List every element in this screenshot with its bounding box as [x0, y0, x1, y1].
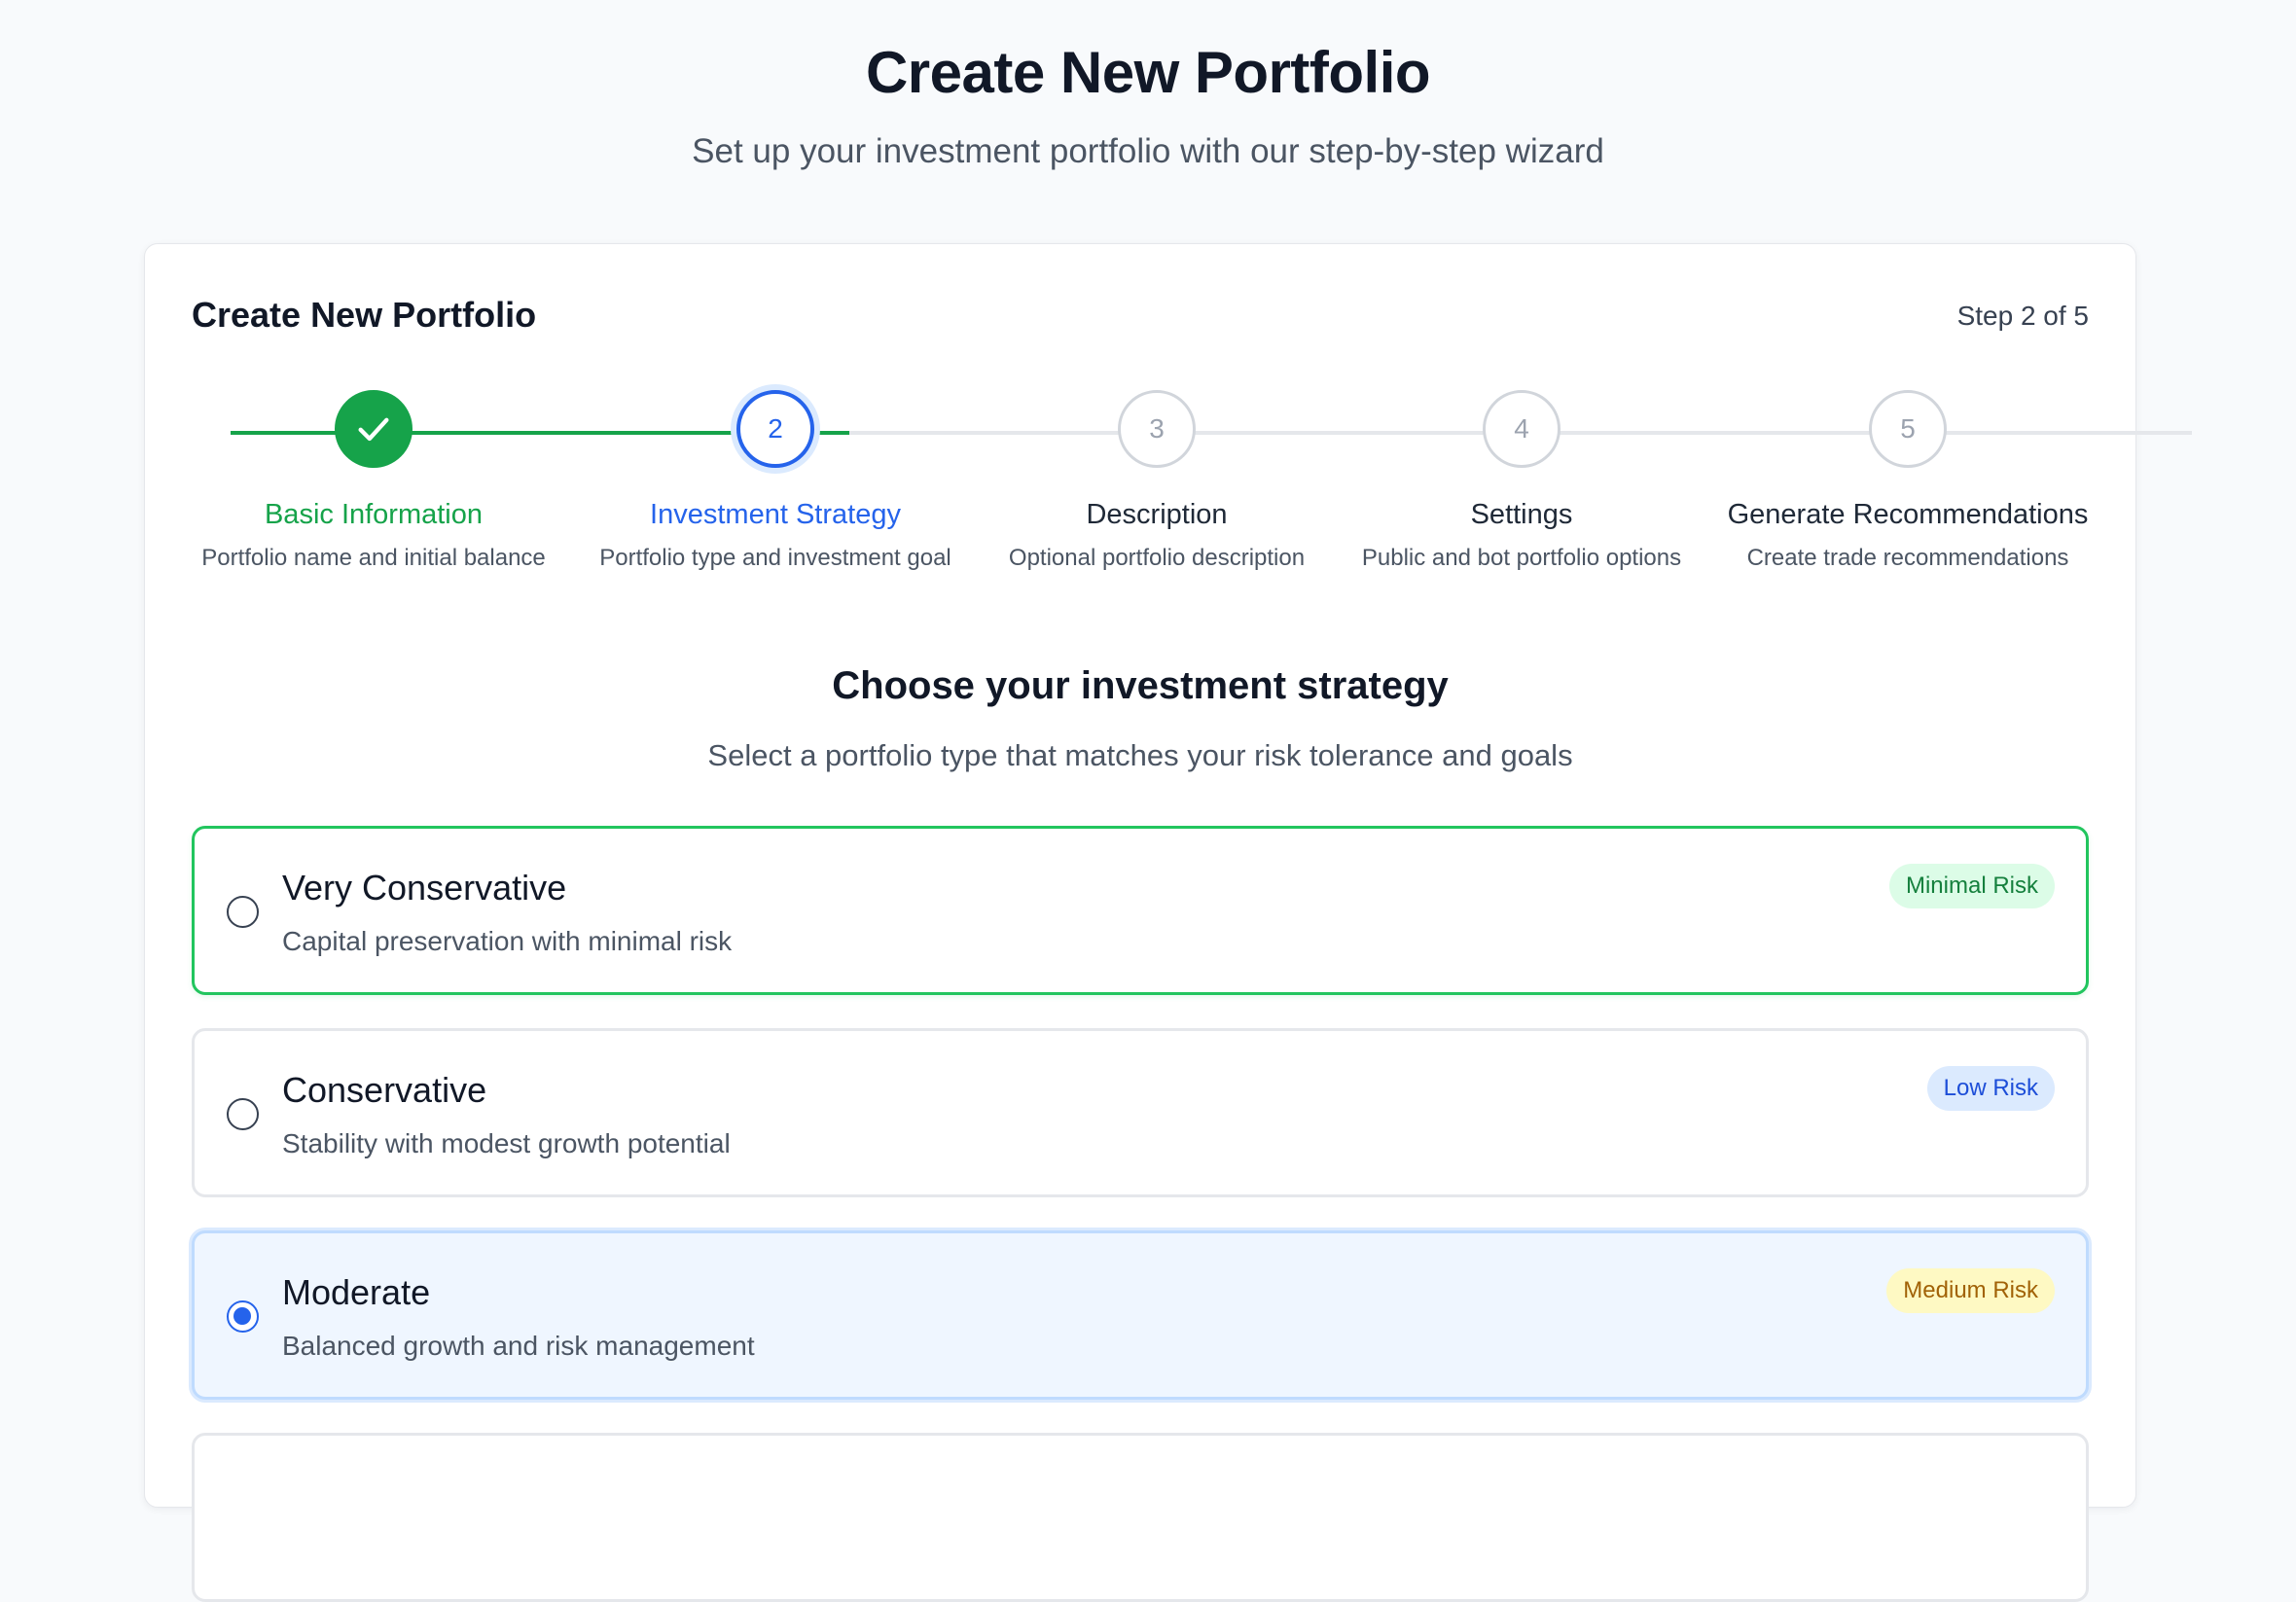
strategy-option-conservative[interactable]: Conservative Stability with modest growt… [192, 1028, 2089, 1197]
risk-badge: Medium Risk [1886, 1268, 2055, 1313]
step-label: Settings [1470, 499, 1573, 530]
step-description: Public and bot portfolio options [1361, 545, 1682, 571]
step-description: Optional portfolio description [1008, 545, 1306, 571]
option-name: Moderate [282, 1272, 431, 1312]
step-label: Investment Strategy [650, 499, 901, 530]
option-description: Capital preservation with minimal risk [282, 926, 733, 956]
step-generate-recommendations[interactable]: 5 Generate Recommendations Create trade … [1704, 390, 2112, 572]
step-basic-information[interactable]: Basic Information Portfolio name and ini… [169, 390, 578, 572]
step-description: Create trade recommendations [1746, 545, 2069, 571]
step-settings[interactable]: 4 Settings Public and bot portfolio opti… [1317, 390, 1726, 572]
risk-badge: Minimal Risk [1888, 864, 2055, 908]
option-description: Balanced growth and risk management [282, 1331, 755, 1361]
radio-button[interactable] [227, 1098, 259, 1130]
step-label: Generate Recommendations [1727, 499, 2089, 530]
step-number-circle: 3 [1118, 390, 1196, 468]
option-name: Conservative [282, 1070, 487, 1110]
option-name: Very Conservative [282, 868, 567, 908]
option-description: Stability with modest growth potential [282, 1128, 731, 1158]
page-title: Create New Portfolio [865, 40, 1431, 105]
step-description: Portfolio name and initial balance [201, 545, 546, 571]
strategy-option-very-conservative[interactable]: Very Conservative Capital preservation w… [192, 826, 2089, 995]
step-label: Description [1086, 499, 1228, 530]
section-title: Choose your investment strategy [832, 664, 1449, 707]
step-investment-strategy[interactable]: 2 Investment Strategy Portfolio type and… [571, 390, 980, 572]
step-description: Portfolio type and investment goal [599, 545, 951, 571]
card-title: Create New Portfolio [192, 295, 537, 335]
strategy-option-moderate[interactable]: Moderate Balanced growth and risk manage… [192, 1230, 2089, 1400]
checkmark-icon [358, 417, 389, 442]
step-completed-circle [335, 390, 413, 468]
step-number-circle: 2 [736, 390, 814, 468]
step-counter: Step 2 of 5 [1956, 301, 2089, 331]
radio-button-checked[interactable] [227, 1300, 259, 1333]
wizard-card: Create New Portfolio Step 2 of 5 Basic I… [144, 243, 2192, 1602]
section-subtitle: Select a portfolio type that matches you… [707, 738, 1573, 772]
step-description[interactable]: 3 Description Optional portfolio descrip… [952, 390, 1361, 572]
step-number-circle: 4 [1483, 390, 1561, 468]
risk-badge: Low Risk [1926, 1066, 2055, 1111]
step-label: Basic Information [264, 499, 484, 530]
page-subtitle: Set up your investment portfolio with ou… [692, 132, 1604, 170]
radio-button[interactable] [227, 896, 259, 928]
strategy-option-next[interactable] [192, 1433, 2089, 1602]
step-number-circle: 5 [1869, 390, 1947, 468]
